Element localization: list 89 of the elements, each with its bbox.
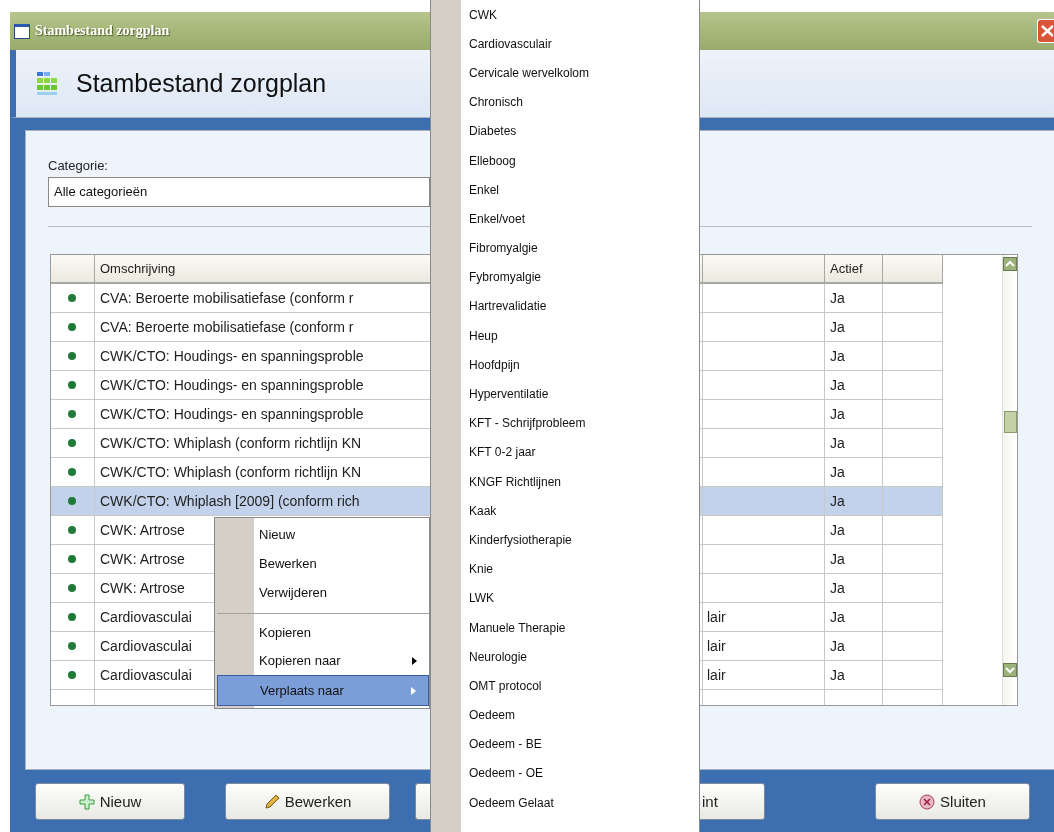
menu-item[interactable]: Cervicale wervelkolom [469, 58, 590, 88]
button[interactable]: Bewerken [225, 783, 390, 820]
menu-item[interactable]: Hyperventilatie [469, 379, 549, 409]
window-icon [14, 23, 30, 39]
table-cell: Ja [825, 632, 883, 661]
table-cell: Ja [825, 284, 883, 313]
table-cell [883, 284, 943, 313]
table-cell: Ja [825, 574, 883, 603]
table-cell: lair [703, 632, 825, 661]
table-cell [883, 603, 943, 632]
table-cell: Ja [825, 313, 883, 342]
menu-item[interactable]: Knie [469, 554, 494, 584]
table-cell: Ja [825, 545, 883, 574]
menu-item[interactable]: Hoofdpijn [469, 350, 520, 380]
menu-item[interactable]: Oedeem Gelaat [469, 788, 554, 818]
submenu-arrow-icon [411, 686, 416, 695]
menu-item[interactable]: OMT protocol [469, 671, 542, 701]
table-cell [883, 371, 943, 400]
menu-item[interactable]: KFT 0-2 jaar [469, 437, 536, 467]
menu-item[interactable]: Enkel [469, 175, 500, 205]
plus-icon [78, 793, 95, 810]
scrollbar[interactable] [1002, 255, 1017, 705]
table-cell: Ja [825, 400, 883, 429]
menu-item[interactable]: Heup [469, 321, 498, 351]
menu-item[interactable]: Kaak [469, 496, 497, 526]
close-icon[interactable] [1039, 23, 1053, 39]
table-cell: Ja [825, 487, 883, 516]
close-button[interactable] [1037, 19, 1054, 43]
table-cell: Ja [825, 516, 883, 545]
column-header[interactable] [883, 255, 943, 284]
menu-item[interactable]: Kinderfysiotherapie [469, 525, 572, 555]
menu-item[interactable]: Kopieren [217, 613, 429, 646]
column-header[interactable]: Omschrijving [95, 255, 433, 284]
menu-item[interactable]: Oedeem [469, 700, 516, 730]
page-title: Stambestand zorgplan [76, 69, 327, 98]
menu-item[interactable]: Elleboog [469, 145, 516, 176]
field-label: Categorie: [48, 157, 108, 175]
menu-item[interactable]: Manuele Therapie [469, 612, 566, 643]
grid-icon [36, 70, 58, 97]
table-cell [883, 400, 943, 429]
menu-item[interactable]: Oedeem - BE [469, 729, 542, 759]
table-cell: CWK/CTO: Whiplash [2009] (conform rich [95, 487, 433, 516]
table-cell [883, 458, 943, 487]
table-cell: Ja [825, 371, 883, 400]
column-header[interactable] [51, 255, 95, 284]
menu-item[interactable]: CWK [469, 0, 497, 30]
table-cell [883, 574, 943, 603]
table-cell: Ja [825, 458, 883, 487]
table-cell [883, 487, 943, 516]
table-cell: lair [703, 603, 825, 632]
table-cell: lair [703, 661, 825, 690]
menu-item[interactable]: KNGF Richtlijnen [469, 467, 562, 497]
table-cell [883, 632, 943, 661]
table-cell: Ja [825, 661, 883, 690]
menu-item[interactable]: Fibromyalgie [469, 233, 538, 263]
menu-item[interactable]: Oedeem - OE [469, 758, 544, 789]
table-cell [883, 545, 943, 574]
column-header[interactable] [703, 255, 825, 284]
menu-item[interactable]: Enkel/voet [469, 204, 526, 234]
menu-item[interactable]: Cardiovasculair [469, 29, 552, 59]
column-header[interactable]: Actief [825, 255, 883, 284]
pencil-icon [263, 793, 280, 810]
menu-item[interactable]: Diabetes [469, 116, 517, 146]
table-cell [883, 429, 943, 458]
table-cell [883, 661, 943, 690]
table-cell: Ja [825, 342, 883, 371]
table-cell: Ja [825, 429, 883, 458]
menu-item[interactable]: KFT - Schrijfprobleem [469, 408, 586, 438]
scroll-down-icon[interactable] [1003, 663, 1017, 677]
window-title: Stambestand zorgplan [35, 23, 170, 39]
menu-item[interactable]: Neurologie [469, 642, 528, 672]
button[interactable]: Sluiten [875, 783, 1030, 820]
menu-item[interactable]: Verplaats naar [217, 675, 429, 706]
menu-item[interactable]: Hartrevalidatie [469, 291, 547, 322]
category-dropdown[interactable]: Alle categorieën [48, 177, 430, 207]
table-cell: Ja [825, 603, 883, 632]
submenu-arrow-icon [412, 656, 417, 665]
table-cell [883, 313, 943, 342]
menu-item[interactable]: LWK [469, 583, 495, 613]
scroll-thumb[interactable] [1003, 411, 1017, 433]
button[interactable]: Nieuw [35, 783, 185, 820]
table-cell [883, 516, 943, 545]
scroll-up-icon[interactable] [1003, 257, 1017, 271]
toolbar-button[interactable] [415, 783, 430, 820]
table-cell [883, 342, 943, 371]
close-icon [919, 793, 936, 810]
menu-item[interactable]: Chronisch [469, 87, 524, 117]
button[interactable]: int [700, 783, 765, 820]
menu-item[interactable]: Fybromyalgie [469, 262, 542, 292]
